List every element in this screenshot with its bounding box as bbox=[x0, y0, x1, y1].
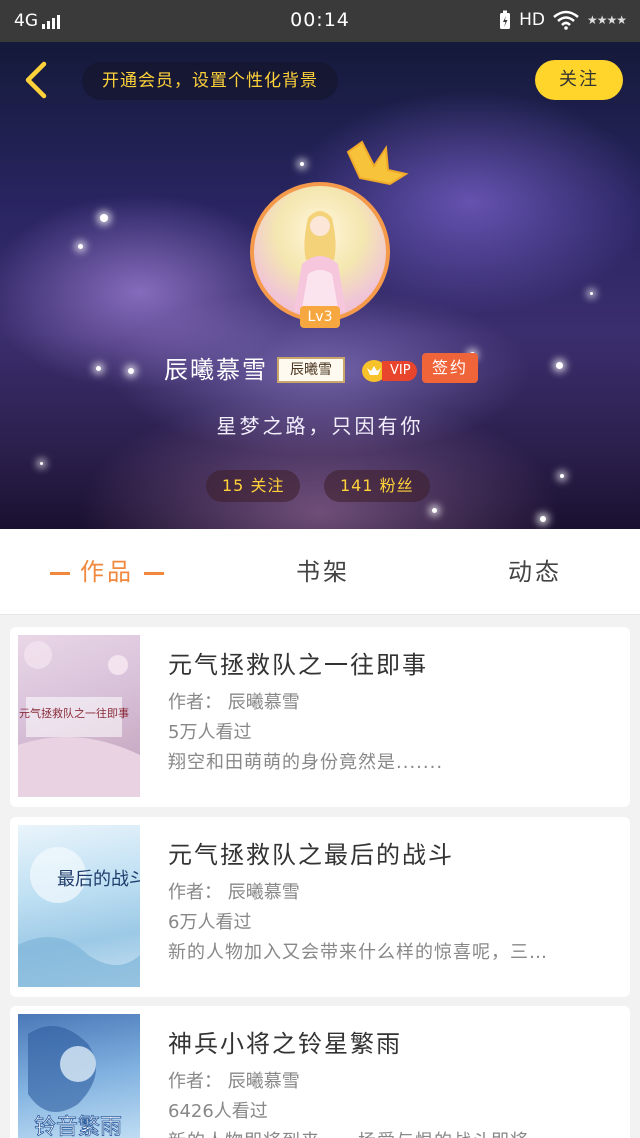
crown-icon bbox=[346, 140, 409, 186]
avatar[interactable] bbox=[250, 182, 390, 322]
wifi-icon bbox=[553, 10, 579, 30]
book-cover-title: 铃音繁雨 bbox=[34, 1115, 122, 1138]
book-card[interactable]: 铃音繁雨 神兵小将之铃星繁雨 作者： 辰曦慕雪 6426人看过 新的人物即将到来… bbox=[10, 1006, 630, 1138]
book-cover-illustration: 最后的战斗 bbox=[18, 847, 140, 987]
vip-badge: VIP bbox=[362, 360, 417, 382]
level-badge: Lv3 bbox=[300, 306, 340, 328]
star-decoration bbox=[560, 474, 564, 478]
star-decoration bbox=[432, 508, 437, 513]
book-info: 神兵小将之铃星繁雨 作者： 辰曦慕雪 6426人看过 新的人物即将到来，一场爱与… bbox=[168, 1024, 608, 1138]
fans-count[interactable]: 141 粉丝 bbox=[324, 470, 430, 502]
name-tag-badge: 辰曦雪 bbox=[277, 357, 345, 383]
book-cover: 最后的战斗 bbox=[18, 825, 140, 987]
vip-label: VIP bbox=[382, 361, 417, 381]
book-cover-illustration: 铃音繁雨 bbox=[28, 1026, 122, 1138]
book-author: 作者： 辰曦慕雪 bbox=[168, 692, 300, 713]
status-bar: 4G 00:14 HD ★★★★ bbox=[0, 0, 640, 42]
book-info: 元气拯救队之最后的战斗 作者： 辰曦慕雪 6万人看过 新的人物加入又会带来什么样… bbox=[168, 835, 608, 964]
star-decoration bbox=[78, 244, 83, 249]
profile-tabs: 作品 书架 动态 bbox=[0, 529, 640, 615]
username: 辰曦慕雪 bbox=[164, 356, 268, 384]
avatar-illustration bbox=[294, 211, 346, 312]
star-decoration bbox=[100, 214, 108, 222]
tab-indicator bbox=[50, 572, 70, 575]
star-decoration bbox=[300, 162, 304, 166]
profile-motto: 星梦之路，只因有你 bbox=[216, 414, 424, 438]
book-description: 翔空和田萌萌的身份竟然是....... bbox=[168, 752, 444, 773]
tab-indicator bbox=[144, 572, 164, 575]
book-cover-title: 元气拯救队之一往即事 bbox=[19, 706, 129, 720]
book-description: 新的人物加入又会带来什么样的惊喜呢，三… bbox=[168, 942, 548, 963]
book-views: 5万人看过 bbox=[168, 722, 252, 743]
tab-feed[interactable]: 动态 bbox=[508, 529, 562, 615]
book-views: 6426人看过 bbox=[168, 1101, 268, 1122]
book-views: 6万人看过 bbox=[168, 912, 252, 933]
battery-icon bbox=[500, 10, 511, 29]
status-icons: HD ★★★★ bbox=[499, 10, 627, 30]
following-count[interactable]: 15 关注 bbox=[206, 470, 301, 502]
star-decoration bbox=[40, 462, 43, 465]
book-title: 元气拯救队之一往即事 bbox=[168, 651, 428, 679]
chevron-left-icon bbox=[25, 61, 47, 99]
follow-button[interactable]: 关注 bbox=[535, 60, 623, 100]
book-title: 元气拯救队之最后的战斗 bbox=[168, 841, 454, 869]
tab-works-label: 作品 bbox=[80, 558, 134, 586]
book-cover-illustration: 元气拯救队之一往即事 bbox=[18, 641, 140, 797]
book-cover: 铃音繁雨 bbox=[18, 1014, 140, 1138]
hd-label: HD bbox=[519, 10, 545, 30]
book-title: 神兵小将之铃星繁雨 bbox=[168, 1030, 402, 1058]
tab-bookshelf[interactable]: 书架 bbox=[296, 529, 350, 615]
tab-works[interactable]: 作品 bbox=[40, 529, 174, 615]
book-cover: 元气拯救队之一往即事 bbox=[18, 635, 140, 797]
profile-header: 开通会员，设置个性化背景 关注 Lv3 辰曦慕雪 辰曦雪 VIP 签约 星梦之路… bbox=[0, 42, 640, 529]
name-row: 辰曦慕雪 辰曦雪 VIP 签约 bbox=[0, 350, 640, 384]
star-decoration bbox=[540, 516, 546, 522]
rating-stars-icon: ★★★★ bbox=[586, 13, 627, 27]
book-description: 新的人物即将到来，一场爱与恨的战斗即将… bbox=[168, 1127, 608, 1138]
vip-background-banner[interactable]: 开通会员，设置个性化背景 bbox=[82, 62, 338, 100]
book-author: 作者： 辰曦慕雪 bbox=[168, 1071, 300, 1092]
book-card[interactable]: 元气拯救队之一往即事 元气拯救队之一往即事 作者： 辰曦慕雪 5万人看过 翔空和… bbox=[10, 627, 630, 807]
back-button[interactable] bbox=[18, 60, 54, 100]
book-author: 作者： 辰曦慕雪 bbox=[168, 882, 300, 903]
book-info: 元气拯救队之一往即事 作者： 辰曦慕雪 5万人看过 翔空和田萌萌的身份竟然是..… bbox=[168, 645, 608, 774]
signed-badge: 签约 bbox=[422, 353, 478, 383]
book-card[interactable]: 最后的战斗 元气拯救队之最后的战斗 作者： 辰曦慕雪 6万人看过 新的人物加入又… bbox=[10, 817, 630, 997]
star-decoration bbox=[590, 292, 593, 295]
book-cover-title: 最后的战斗 bbox=[57, 869, 140, 890]
